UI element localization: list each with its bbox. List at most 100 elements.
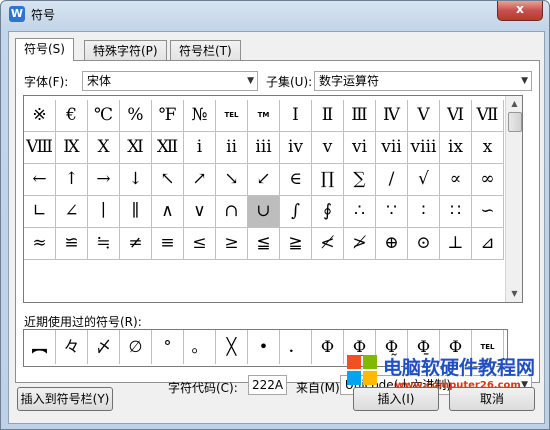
symbol-cell[interactable]: ≥: [216, 228, 248, 260]
symbol-cell[interactable]: №: [184, 100, 216, 132]
symbol-cell[interactable]: ⅶ: [376, 132, 408, 164]
symbol-cell[interactable]: TEL: [216, 100, 248, 132]
symbol-cell[interactable]: ⅹ: [472, 132, 504, 164]
tab-special-chars[interactable]: 特殊字符(P): [84, 40, 167, 60]
symbol-cell[interactable]: ∽: [472, 196, 504, 228]
symbol-cell[interactable]: ⊿: [472, 228, 504, 260]
recent-symbol-cell[interactable]: ．: [280, 330, 312, 364]
symbol-cell[interactable]: ≯: [344, 228, 376, 260]
symbol-cell[interactable]: ⅱ: [216, 132, 248, 164]
symbol-cell[interactable]: Ⅰ: [280, 100, 312, 132]
symbol-cell[interactable]: ≌: [56, 228, 88, 260]
symbol-cell[interactable]: Ⅹ: [88, 132, 120, 164]
recent-symbol-cell[interactable]: 々: [56, 330, 88, 364]
symbol-cell[interactable]: €: [56, 100, 88, 132]
symbol-cell[interactable]: ≮: [312, 228, 344, 260]
symbol-cell[interactable]: ∕: [376, 164, 408, 196]
symbol-cell[interactable]: ⅷ: [408, 132, 440, 164]
symbol-cell[interactable]: Ⅵ: [440, 100, 472, 132]
symbol-cell[interactable]: ⅰ: [184, 132, 216, 164]
symbol-cell[interactable]: ∮: [312, 196, 344, 228]
symbol-cell[interactable]: ↓: [120, 164, 152, 196]
scroll-thumb[interactable]: [508, 112, 522, 132]
close-button[interactable]: x: [497, 1, 543, 21]
symbol-cell[interactable]: ∠: [56, 196, 88, 228]
symbol-cell[interactable]: ※: [24, 100, 56, 132]
symbol-cell[interactable]: ∵: [376, 196, 408, 228]
tab-symbol-bar[interactable]: 符号栏(T): [170, 40, 241, 60]
symbol-cell[interactable]: ↑: [56, 164, 88, 196]
recent-symbol-cell[interactable]: •: [248, 330, 280, 364]
symbol-cell[interactable]: Ⅱ: [312, 100, 344, 132]
symbol-cell[interactable]: ←: [24, 164, 56, 196]
symbol-cell[interactable]: ∑: [344, 164, 376, 196]
symbol-cell[interactable]: Ⅻ: [152, 132, 184, 164]
symbol-cell[interactable]: TM: [248, 100, 280, 132]
recent-label: 近期使用过的符号(R):: [24, 315, 142, 329]
symbol-cell[interactable]: Ⅴ: [408, 100, 440, 132]
symbol-cell[interactable]: √: [408, 164, 440, 196]
symbol-dialog: W 符号 x 符号(S) 特殊字符(P) 符号栏(T) 字体(F): 宋体 ▼ …: [0, 0, 550, 430]
symbol-cell[interactable]: Ⅶ: [472, 100, 504, 132]
symbol-cell[interactable]: ∶: [408, 196, 440, 228]
symbol-cell[interactable]: ∪: [248, 196, 280, 228]
symbol-cell[interactable]: ⊕: [376, 228, 408, 260]
symbol-cell[interactable]: ≒: [88, 228, 120, 260]
symbol-cell[interactable]: ⅴ: [312, 132, 344, 164]
symbol-cell[interactable]: ↘: [216, 164, 248, 196]
recent-symbol-cell[interactable]: °: [152, 330, 184, 364]
grid-scrollbar[interactable]: ▲ ▼: [505, 96, 522, 302]
symbol-cell[interactable]: ≠: [120, 228, 152, 260]
scroll-down-icon[interactable]: ▼: [508, 287, 521, 301]
symbol-cell[interactable]: ∥: [120, 196, 152, 228]
symbol-cell[interactable]: %: [120, 100, 152, 132]
symbol-cell[interactable]: ≤: [184, 228, 216, 260]
symbol-cell[interactable]: ∨: [184, 196, 216, 228]
symbol-cell[interactable]: ⅵ: [344, 132, 376, 164]
symbol-cell[interactable]: ∞: [472, 164, 504, 196]
symbol-cell[interactable]: ∏: [312, 164, 344, 196]
char-code-input[interactable]: 222A: [248, 375, 287, 395]
symbol-cell[interactable]: →: [88, 164, 120, 196]
symbol-cell[interactable]: ∈: [280, 164, 312, 196]
symbol-cell[interactable]: ∣: [88, 196, 120, 228]
symbol-cell[interactable]: ∫: [280, 196, 312, 228]
symbol-cell[interactable]: ⅸ: [440, 132, 472, 164]
symbol-cell[interactable]: ∟: [24, 196, 56, 228]
symbol-cell[interactable]: Ⅷ: [24, 132, 56, 164]
symbol-cell[interactable]: ↗: [184, 164, 216, 196]
symbol-cell[interactable]: Ⅲ: [344, 100, 376, 132]
symbol-cell[interactable]: ⊥: [440, 228, 472, 260]
char-code-label: 字符代码(C):: [168, 381, 238, 395]
scroll-up-icon[interactable]: ▲: [508, 97, 521, 111]
symbol-cell[interactable]: ≧: [280, 228, 312, 260]
symbol-cell[interactable]: ⅲ: [248, 132, 280, 164]
symbol-cell[interactable]: Ⅸ: [56, 132, 88, 164]
recent-symbol-cell[interactable]: 〆: [88, 330, 120, 364]
symbol-cell[interactable]: ≈: [24, 228, 56, 260]
symbols-panel: 字体(F): 宋体 ▼ 子集(U): 数字运算符 ▼ ※ € ℃% ℉ № TEL TM Ⅰ Ⅱ…: [15, 60, 540, 395]
symbol-cell[interactable]: ⊙: [408, 228, 440, 260]
symbol-cell[interactable]: ≡: [152, 228, 184, 260]
recent-symbol-cell[interactable]: ︻: [24, 330, 56, 364]
font-select[interactable]: 宋体 ▼: [82, 71, 258, 91]
symbol-cell[interactable]: ≦: [248, 228, 280, 260]
symbol-cell[interactable]: ∷: [440, 196, 472, 228]
symbol-cell[interactable]: ↙: [248, 164, 280, 196]
tab-symbols[interactable]: 符号(S): [15, 38, 74, 61]
insert-to-symbol-bar-button[interactable]: 插入到符号栏(Y): [17, 387, 113, 411]
symbol-cell[interactable]: ∧: [152, 196, 184, 228]
recent-symbol-cell[interactable]: ╳: [216, 330, 248, 364]
symbol-cell[interactable]: ↖: [152, 164, 184, 196]
symbol-cell[interactable]: ℉: [152, 100, 184, 132]
symbol-cell[interactable]: ∩: [216, 196, 248, 228]
subset-select[interactable]: 数字运算符 ▼: [314, 71, 532, 91]
symbol-cell[interactable]: ⅳ: [280, 132, 312, 164]
symbol-cell[interactable]: Ⅺ: [120, 132, 152, 164]
symbol-cell[interactable]: ℃: [88, 100, 120, 132]
recent-symbol-cell[interactable]: 。: [184, 330, 216, 364]
recent-symbol-cell[interactable]: ∅: [120, 330, 152, 364]
symbol-cell[interactable]: ∝: [440, 164, 472, 196]
symbol-cell[interactable]: Ⅳ: [376, 100, 408, 132]
symbol-cell[interactable]: ∴: [344, 196, 376, 228]
